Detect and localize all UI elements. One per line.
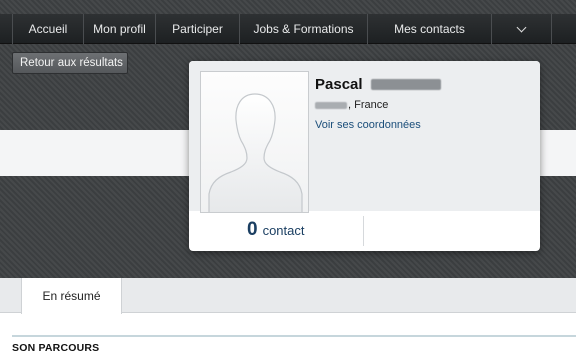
- profile-card: Pascal , France Voir ses coordonnées 0 c…: [189, 61, 540, 251]
- section-title-parcours: SON PARCOURS: [12, 342, 100, 353]
- nav-item-mon-profil[interactable]: Mon profil: [84, 14, 156, 44]
- profile-location: , France: [315, 99, 388, 111]
- chevron-down-icon: [516, 22, 527, 32]
- avatar: [200, 71, 309, 213]
- profile-card-footer: [189, 211, 540, 251]
- redacted-city: [315, 101, 347, 109]
- section-divider: [12, 335, 576, 337]
- main-navigation: Accueil Mon profil Participer Jobs & For…: [0, 14, 576, 44]
- tab-en-resume[interactable]: En résumé: [21, 278, 122, 314]
- profile-first-name: Pascal: [315, 76, 363, 93]
- contacts-count[interactable]: 0 contact: [247, 219, 305, 241]
- nav-item-jobs-formations[interactable]: Jobs & Formations: [240, 14, 368, 44]
- person-silhouette-icon: [208, 93, 303, 212]
- redacted-last-name: [370, 79, 441, 90]
- nav-item-participer[interactable]: Participer: [156, 14, 240, 44]
- view-contact-details-link[interactable]: Voir ses coordonnées: [315, 119, 421, 131]
- nav-item-mes-contacts[interactable]: Mes contacts: [368, 14, 492, 44]
- card-divider: [363, 216, 364, 246]
- nav-item-accueil[interactable]: Accueil: [12, 14, 84, 44]
- back-to-results-button[interactable]: Retour aux résultats: [12, 52, 128, 74]
- contacts-number: 0: [247, 219, 258, 240]
- nav-more-button[interactable]: [492, 14, 552, 44]
- profile-name: Pascal: [315, 76, 441, 93]
- profile-country: , France: [348, 99, 389, 111]
- contacts-label: contact: [262, 223, 305, 238]
